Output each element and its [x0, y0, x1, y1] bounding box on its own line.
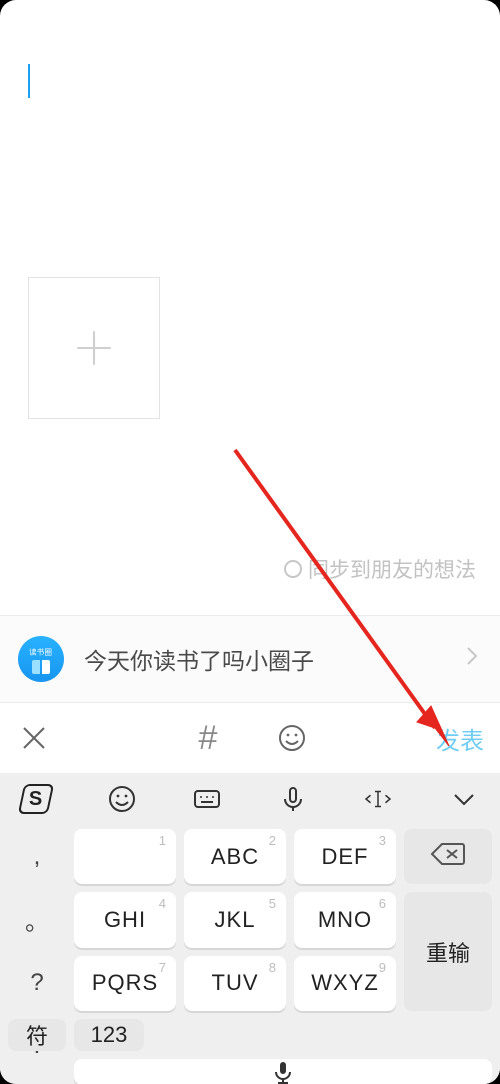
kbd-layout-button[interactable] — [189, 781, 225, 817]
circle-avatar-icon: 读书圈 — [18, 636, 64, 682]
action-bar: # 发表 — [0, 703, 500, 773]
key-2[interactable]: 2ABC — [184, 829, 286, 884]
key-backspace[interactable] — [404, 829, 492, 884]
keyboard-icon — [192, 784, 222, 814]
close-icon — [19, 723, 49, 753]
sync-label: 同步到朋友的想法 — [308, 554, 476, 584]
key-space[interactable] — [74, 1059, 492, 1084]
close-button[interactable] — [16, 720, 52, 756]
backspace-icon — [430, 841, 466, 873]
smile-icon — [277, 723, 307, 753]
key-punct-question[interactable]: ? — [8, 956, 66, 1011]
kbd-cursor-button[interactable] — [360, 781, 396, 817]
key-punct-period[interactable]: 。 — [8, 892, 66, 947]
circle-label: 今天你读书了吗小圈子 — [84, 642, 462, 676]
emoji-button[interactable] — [274, 720, 310, 756]
sogou-logo-icon: S — [18, 784, 54, 814]
screen: 同步到朋友的想法 读书圈 今天你读书了吗小圈子 # — [0, 0, 500, 1084]
keyboard: S — [0, 773, 500, 1084]
kbd-emoji-button[interactable] — [104, 781, 140, 817]
circle-selector[interactable]: 读书圈 今天你读书了吗小圈子 — [0, 615, 500, 703]
key-4[interactable]: 4GHI — [74, 892, 176, 947]
key-retype[interactable]: 重输 — [404, 892, 492, 1011]
key-numeric[interactable]: 123 — [74, 1019, 144, 1051]
kbd-voice-button[interactable] — [275, 781, 311, 817]
chevron-right-icon — [462, 646, 482, 672]
key-7[interactable]: 7PQRS — [74, 956, 176, 1011]
key-6[interactable]: 6MNO — [294, 892, 396, 947]
key-symbol[interactable]: 符 — [8, 1019, 66, 1051]
key-1[interactable]: 1 — [74, 829, 176, 884]
hashtag-button[interactable]: # — [190, 720, 226, 756]
sync-toggle[interactable]: 同步到朋友的想法 — [284, 554, 476, 584]
kbd-collapse-button[interactable] — [446, 781, 482, 817]
ime-logo-button[interactable]: S — [18, 781, 54, 817]
key-5[interactable]: 5JKL — [184, 892, 286, 947]
mic-icon — [270, 1059, 296, 1084]
key-punct-comma[interactable]: , — [8, 829, 66, 884]
cursor-move-icon — [363, 784, 393, 814]
publish-button[interactable]: 发表 — [436, 721, 484, 756]
add-photo-button[interactable] — [28, 277, 160, 419]
text-caret — [28, 64, 30, 98]
smile-icon — [107, 784, 137, 814]
key-3[interactable]: 3DEF — [294, 829, 396, 884]
radio-unchecked-icon — [284, 560, 302, 578]
chevron-down-icon — [449, 784, 479, 814]
key-9[interactable]: 9WXYZ — [294, 956, 396, 1011]
compose-area[interactable]: 同步到朋友的想法 — [0, 30, 500, 600]
plus-icon — [73, 327, 115, 369]
key-8[interactable]: 8TUV — [184, 956, 286, 1011]
mic-icon — [278, 784, 308, 814]
keyboard-toolbar: S — [0, 773, 500, 825]
